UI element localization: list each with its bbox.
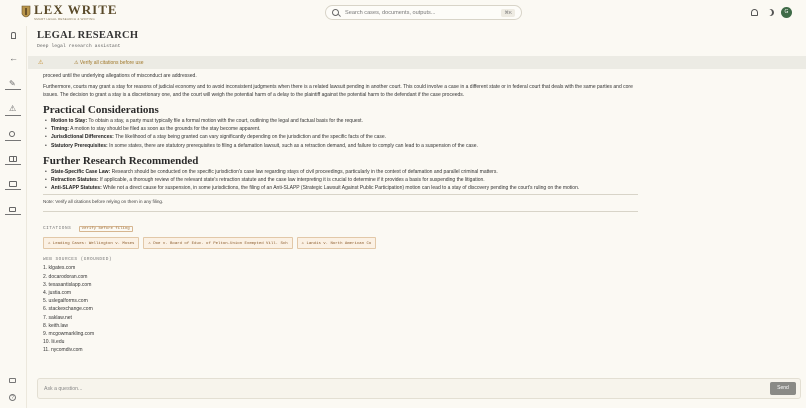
- moon-icon[interactable]: [767, 9, 774, 16]
- sidebar-divider: [5, 115, 21, 116]
- avatar[interactable]: G: [781, 7, 792, 18]
- further-research-list: State-Specific Case Law: Research should…: [43, 168, 643, 193]
- help-icon[interactable]: ?: [9, 394, 16, 401]
- divider: [43, 194, 638, 196]
- paragraph: proceed until the underlying allegations…: [43, 73, 197, 79]
- citations-section: CITATIONS verify before filing ⚠ Leading…: [43, 216, 643, 250]
- citations-label: CITATIONS: [43, 226, 72, 232]
- lock-icon[interactable]: [9, 207, 16, 212]
- sidebar-divider: [5, 140, 21, 141]
- heading-practical-considerations: Practical Considerations: [43, 104, 159, 116]
- mail-icon[interactable]: [9, 181, 17, 187]
- citation-chip[interactable]: ⚠ Doe v. Board of Educ. of Pelton-Union …: [143, 237, 293, 250]
- source-link[interactable]: 6. stackexchange.com: [43, 305, 643, 313]
- search-icon: [332, 9, 339, 16]
- list-item: Motion to Stay: To obtain a stay, a part…: [43, 117, 643, 125]
- question-composer[interactable]: Ask a question... Send: [37, 378, 801, 399]
- web-sources-list: 1. klgates.com 2. docarodoran.com 3. tex…: [43, 264, 643, 354]
- list-item: Timing: A motion to stay should be filed…: [43, 125, 643, 133]
- verification-note: Note: Verify all citations before relyin…: [43, 199, 164, 205]
- list-item: Jurisdictional Differences: The likeliho…: [43, 133, 643, 141]
- divider: [43, 211, 638, 213]
- citation-chips: ⚠ Leading Cases: Wellington v. Moses ⚠ D…: [43, 237, 643, 250]
- source-link[interactable]: 10. lii.edu: [43, 338, 643, 346]
- sidebar-divider: [5, 214, 21, 215]
- web-sources-section: WEB SOURCES (GROUNDED) 1. klgates.com 2.…: [43, 257, 643, 354]
- page-title: LEGAL RESEARCH: [37, 30, 139, 41]
- source-link[interactable]: 4. justia.com: [43, 289, 643, 297]
- source-link[interactable]: 9. mcgowmarkling.com: [43, 330, 643, 338]
- app-root: LEX WRITE SMART LEGAL RESEARCH & WRITING…: [0, 0, 806, 408]
- list-item: State-Specific Case Law: Research should…: [43, 168, 643, 176]
- logo-tagline: SMART LEGAL RESEARCH & WRITING: [34, 17, 95, 21]
- source-link[interactable]: 2. docarodoran.com: [43, 273, 643, 281]
- pin-icon[interactable]: [11, 32, 16, 39]
- list-item: Anti-SLAPP Statutes: While not a direct …: [43, 184, 643, 192]
- source-link[interactable]: 11. nycomdiv.com: [43, 346, 643, 354]
- source-link[interactable]: 8. keith.law: [43, 322, 643, 330]
- question-input[interactable]: Ask a question...: [44, 386, 82, 392]
- logo-text: LEX WRITE: [34, 2, 118, 17]
- list-item: Retraction Statutes: If applicable, a th…: [43, 176, 643, 184]
- source-link[interactable]: 3. texasantislapp.com: [43, 281, 643, 289]
- warning-triangle-icon: ⚠: [38, 60, 44, 66]
- source-link[interactable]: 7. saklaw.net: [43, 314, 643, 322]
- send-button[interactable]: Send: [770, 382, 796, 395]
- research-search-icon[interactable]: [9, 131, 15, 137]
- banner-text: ⚠ Verify all citations before use: [74, 60, 144, 66]
- global-search[interactable]: Search cases, documents, outputs... ⌘K: [325, 5, 522, 20]
- bell-icon[interactable]: [751, 9, 758, 16]
- top-bar: LEX WRITE SMART LEGAL RESEARCH & WRITING…: [0, 0, 806, 26]
- citation-warning-banner: ⚠ ⚠ Verify all citations before use: [28, 56, 806, 69]
- search-shortcut: ⌘K: [501, 9, 515, 17]
- warning-icon[interactable]: [9, 104, 18, 115]
- archive-icon[interactable]: [9, 378, 16, 383]
- source-link[interactable]: 1. klgates.com: [43, 264, 643, 272]
- back-arrow-icon[interactable]: [9, 53, 18, 65]
- logo[interactable]: LEX WRITE SMART LEGAL RESEARCH & WRITING: [21, 2, 118, 21]
- research-output: proceed until the underlying allegations…: [43, 69, 643, 374]
- sidebar: ?: [0, 26, 27, 408]
- source-link[interactable]: 5. uslegalforms.com: [43, 297, 643, 305]
- list-item: Statutory Prerequisites: In some states,…: [43, 142, 643, 150]
- web-sources-label: WEB SOURCES (GROUNDED): [43, 257, 112, 263]
- citation-chip[interactable]: ⚠ Leading Cases: Wellington v. Moses: [43, 237, 140, 250]
- logo-crest-icon: [21, 5, 31, 17]
- citation-chip[interactable]: ⚠ Landis v. North American Co: [296, 237, 377, 250]
- book-icon[interactable]: [9, 156, 17, 162]
- sidebar-active-indicator: [5, 89, 21, 90]
- search-input[interactable]: Search cases, documents, outputs...: [345, 10, 435, 16]
- paragraph: Furthermore, courts may grant a stay for…: [43, 84, 633, 98]
- heading-further-research: Further Research Recommended: [43, 154, 199, 167]
- practical-list: Motion to Stay: To obtain a stay, a part…: [43, 117, 643, 150]
- sidebar-divider: [5, 189, 21, 190]
- page-subtitle: Deep legal research assistant: [37, 44, 121, 49]
- sidebar-divider: [5, 164, 21, 165]
- verify-badge: verify before filing: [78, 226, 133, 233]
